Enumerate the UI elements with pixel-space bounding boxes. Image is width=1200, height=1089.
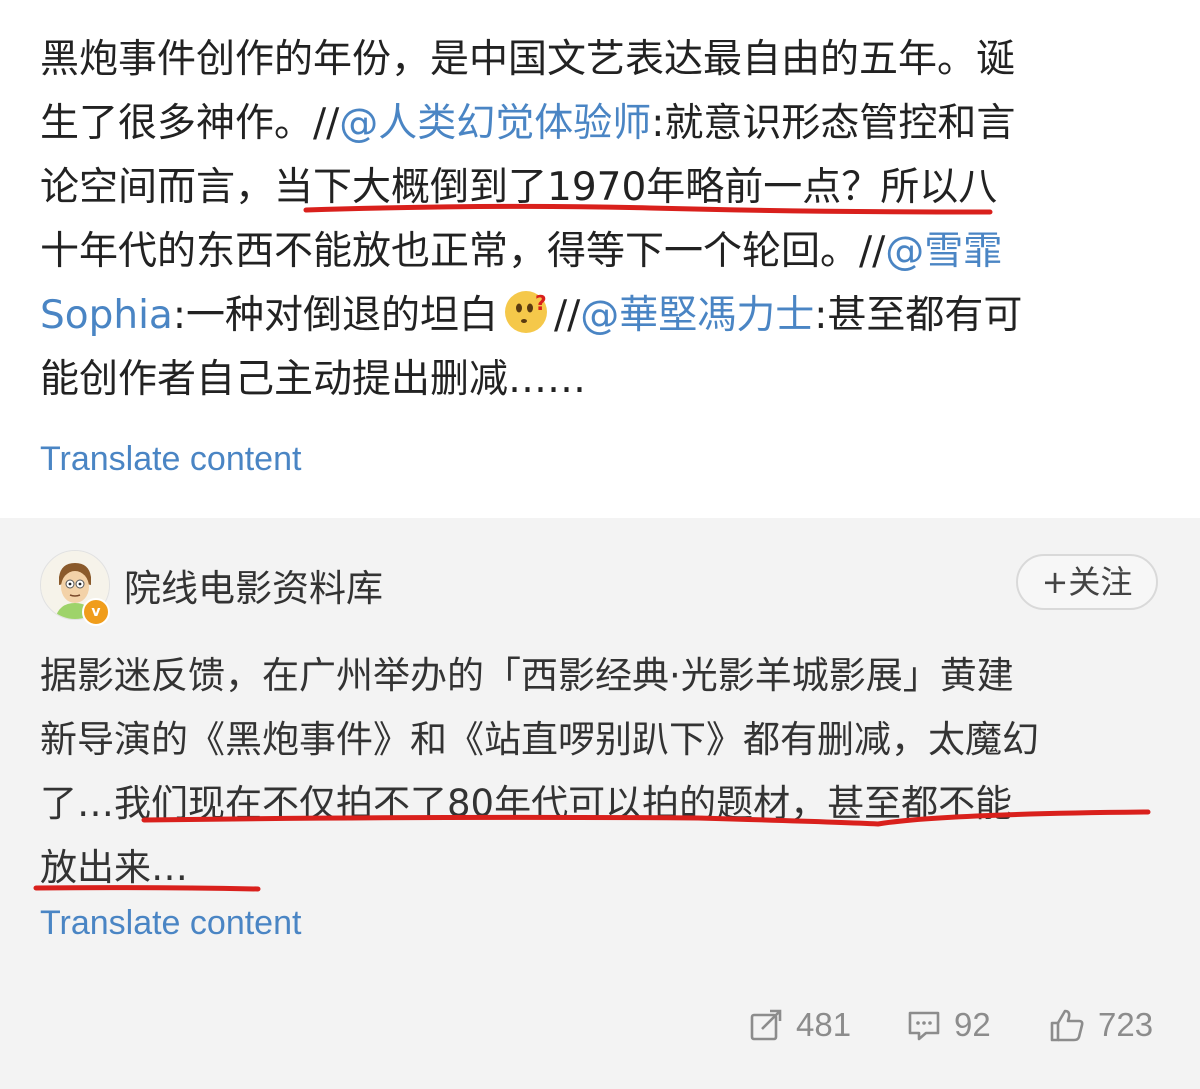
post-text-segment: 生了很多神作。// [40, 101, 340, 146]
post-text-line: 生了很多神作。//@人类幻觉体验师:就意识形态管控和言 [40, 92, 1160, 156]
user-mention-link[interactable]: @雪霏 [885, 229, 1002, 274]
like-count: 723 [1098, 1006, 1154, 1043]
repost-text-line: 放出来… [40, 846, 188, 889]
translate-content-link[interactable]: Translate content [40, 904, 301, 943]
like-action[interactable]: 723 [1048, 1000, 1153, 1050]
repost-text: 据影迷反馈，在广州举办的「西影经典·光影羊城影展」黄建 新导演的《黑炮事件》和《… [40, 644, 1160, 900]
verified-badge: v [82, 598, 110, 626]
post-text-segment: :一种对倒退的坦白 [172, 293, 498, 338]
post-text-line: 十年代的东西不能放也正常，得等下一个轮回。//@雪霏 [40, 220, 1160, 284]
post-text-segment: :就意识形态管控和言 [651, 101, 1016, 146]
post-body: 黑炮事件创作的年份，是中国文艺表达最自由的五年。诞 生了很多神作。//@人类幻觉体… [40, 28, 1160, 412]
repost-text-line: 新导演的《黑炮事件》和《站直啰别趴下》都有删减，太魔幻 [40, 718, 1039, 761]
post-text-segment: 论空间而言，当下大概倒到了1970年略前一点？所以八 [40, 165, 998, 210]
user-mention-link[interactable]: @人类幻觉体验师 [339, 101, 651, 146]
post-text-line: 能创作者自己主动提出删减…… [40, 348, 1160, 412]
svg-text:?: ? [535, 291, 547, 315]
post-text-line: Sophia:一种对倒退的坦白?//@華堅馮力士:甚至都有可 [40, 284, 1160, 348]
repost-action[interactable]: 481 [748, 1000, 851, 1050]
follow-button[interactable]: +关注 [1016, 554, 1158, 610]
user-mention-link[interactable]: @華堅馮力士 [580, 293, 814, 338]
comment-icon [908, 1011, 940, 1041]
post-text-segment: // [553, 293, 581, 338]
reposted-card[interactable]: v 院线电影资料库 +关注 据影迷反馈，在广州举办的「西影经典·光影羊城影展」黄… [0, 518, 1200, 1089]
post-text-line: 黑炮事件创作的年份，是中国文艺表达最自由的五年。诞 [40, 28, 1160, 92]
repost-count: 481 [796, 1006, 852, 1043]
repost-icon [750, 1009, 782, 1041]
repost-text-line: 了…我们现在不仅拍不了80年代可以拍的题材，甚至都不能 [40, 782, 1013, 825]
repost-text-line: 据影迷反馈，在广州举办的「西影经典·光影羊城影展」黄建 [40, 654, 1014, 697]
comment-count: 92 [954, 1006, 991, 1043]
thumbs-up-icon [1050, 1009, 1084, 1042]
user-mention-link[interactable]: Sophia [40, 293, 173, 338]
post-text-segment: 十年代的东西不能放也正常，得等下一个轮回。// [40, 229, 886, 274]
translate-content-link[interactable]: Translate content [40, 440, 301, 479]
author-name[interactable]: 院线电影资料库 [124, 558, 383, 612]
post-text-line: 论空间而言，当下大概倒到了1970年略前一点？所以八 [40, 156, 1160, 220]
comment-action[interactable]: 92 [906, 1000, 991, 1050]
thinking-face-emoji-icon: ? [504, 291, 547, 333]
post-text-segment: 能创作者自己主动提出删减…… [40, 357, 587, 402]
post-text-segment: 黑炮事件创作的年份，是中国文艺表达最自由的五年。诞 [40, 37, 1016, 82]
post-text-segment: :甚至都有可 [814, 293, 1023, 338]
